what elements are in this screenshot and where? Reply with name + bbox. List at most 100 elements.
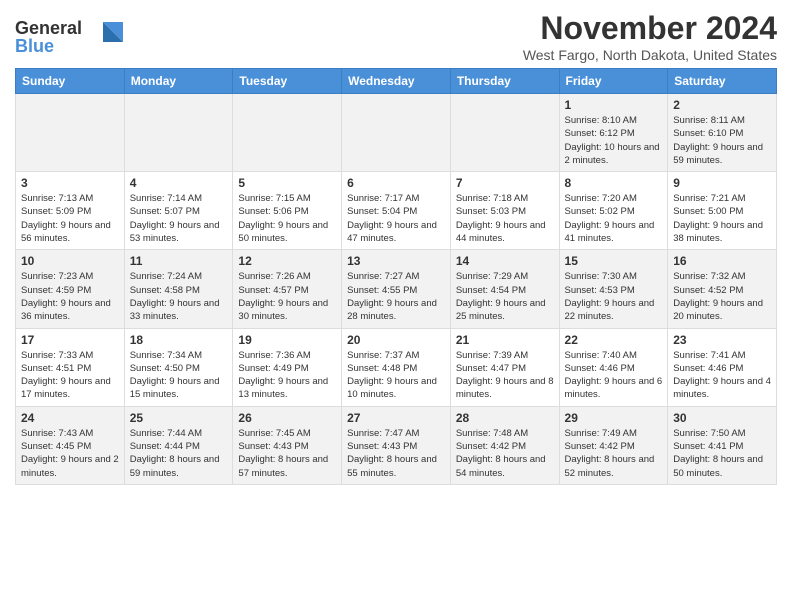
day-info: Sunrise: 7:24 AM Sunset: 4:58 PM Dayligh…: [130, 270, 228, 323]
day-info: Sunrise: 7:34 AM Sunset: 4:50 PM Dayligh…: [130, 349, 228, 402]
day-number: 25: [130, 411, 228, 425]
table-row: 25 Sunrise: 7:44 AM Sunset: 4:44 PM Dayli…: [124, 406, 233, 484]
day-info: Sunrise: 7:45 AM Sunset: 4:43 PM Dayligh…: [238, 427, 336, 480]
logo-text: General Blue: [15, 14, 125, 64]
day-info: Sunrise: 7:43 AM Sunset: 4:45 PM Dayligh…: [21, 427, 119, 480]
day-number: 20: [347, 333, 445, 347]
day-number: 27: [347, 411, 445, 425]
day-info: Sunrise: 7:14 AM Sunset: 5:07 PM Dayligh…: [130, 192, 228, 245]
col-saturday: Saturday: [668, 69, 777, 94]
table-row: 9 Sunrise: 7:21 AM Sunset: 5:00 PM Daylig…: [668, 172, 777, 250]
calendar-table: Sunday Monday Tuesday Wednesday Thursday…: [15, 68, 777, 485]
table-row: 18 Sunrise: 7:34 AM Sunset: 4:50 PM Dayli…: [124, 328, 233, 406]
day-number: 1: [565, 98, 663, 112]
day-number: 21: [456, 333, 554, 347]
day-info: Sunrise: 7:40 AM Sunset: 4:46 PM Dayligh…: [565, 349, 663, 402]
day-number: 2: [673, 98, 771, 112]
table-row: 11Sunrise: 7:24 AM Sunset: 4:58 PM Dayli…: [124, 250, 233, 328]
day-info: Sunrise: 7:21 AM Sunset: 5:00 PM Dayligh…: [673, 192, 771, 245]
table-row: 16Sunrise: 7:32 AM Sunset: 4:52 PM Dayli…: [668, 250, 777, 328]
table-row: [342, 94, 451, 172]
svg-text:General: General: [15, 18, 82, 38]
day-number: 6: [347, 176, 445, 190]
table-row: 30Sunrise: 7:50 AM Sunset: 4:41 PM Dayli…: [668, 406, 777, 484]
day-info: Sunrise: 7:48 AM Sunset: 4:42 PM Dayligh…: [456, 427, 554, 480]
table-row: [233, 94, 342, 172]
table-row: 3 Sunrise: 7:13 AM Sunset: 5:09 PM Daylig…: [16, 172, 125, 250]
table-row: 21 Sunrise: 7:39 AM Sunset: 4:47 PM Dayli…: [450, 328, 559, 406]
day-number: 14: [456, 254, 554, 268]
table-row: [124, 94, 233, 172]
table-row: [450, 94, 559, 172]
svg-text:Blue: Blue: [15, 36, 54, 56]
col-friday: Friday: [559, 69, 668, 94]
day-number: 19: [238, 333, 336, 347]
table-row: 2 Sunrise: 8:11 AM Sunset: 6:10 PM Daylig…: [668, 94, 777, 172]
day-number: 15: [565, 254, 663, 268]
table-row: 12Sunrise: 7:26 AM Sunset: 4:57 PM Dayli…: [233, 250, 342, 328]
day-info: Sunrise: 7:27 AM Sunset: 4:55 PM Dayligh…: [347, 270, 445, 323]
day-number: 4: [130, 176, 228, 190]
title-block: November 2024 West Fargo, North Dakota, …: [523, 10, 777, 63]
day-info: Sunrise: 7:17 AM Sunset: 5:04 PM Dayligh…: [347, 192, 445, 245]
day-info: Sunrise: 8:10 AM Sunset: 6:12 PM Dayligh…: [565, 114, 663, 167]
day-info: Sunrise: 7:13 AM Sunset: 5:09 PM Dayligh…: [21, 192, 119, 245]
table-row: 22 Sunrise: 7:40 AM Sunset: 4:46 PM Dayli…: [559, 328, 668, 406]
day-number: 24: [21, 411, 119, 425]
table-row: 13 Sunrise: 7:27 AM Sunset: 4:55 PM Dayli…: [342, 250, 451, 328]
day-info: Sunrise: 7:49 AM Sunset: 4:42 PM Dayligh…: [565, 427, 663, 480]
col-tuesday: Tuesday: [233, 69, 342, 94]
col-monday: Monday: [124, 69, 233, 94]
day-info: Sunrise: 7:20 AM Sunset: 5:02 PM Dayligh…: [565, 192, 663, 245]
table-row: 20 Sunrise: 7:37 AM Sunset: 4:48 PM Dayli…: [342, 328, 451, 406]
day-info: Sunrise: 7:41 AM Sunset: 4:46 PM Dayligh…: [673, 349, 771, 402]
day-number: 7: [456, 176, 554, 190]
location-title: West Fargo, North Dakota, United States: [523, 47, 777, 63]
day-info: Sunrise: 7:36 AM Sunset: 4:49 PM Dayligh…: [238, 349, 336, 402]
calendar-week-row: 10 Sunrise: 7:23 AM Sunset: 4:59 PM Dayli…: [16, 250, 777, 328]
table-row: 14 Sunrise: 7:29 AM Sunset: 4:54 PM Dayli…: [450, 250, 559, 328]
table-row: 4 Sunrise: 7:14 AM Sunset: 5:07 PM Daylig…: [124, 172, 233, 250]
day-number: 30: [673, 411, 771, 425]
calendar-week-row: 1 Sunrise: 8:10 AM Sunset: 6:12 PM Daylig…: [16, 94, 777, 172]
day-info: Sunrise: 7:32 AM Sunset: 4:52 PM Dayligh…: [673, 270, 771, 323]
day-number: 9: [673, 176, 771, 190]
day-info: Sunrise: 7:44 AM Sunset: 4:44 PM Dayligh…: [130, 427, 228, 480]
col-sunday: Sunday: [16, 69, 125, 94]
table-row: 19 Sunrise: 7:36 AM Sunset: 4:49 PM Dayli…: [233, 328, 342, 406]
day-info: Sunrise: 7:39 AM Sunset: 4:47 PM Dayligh…: [456, 349, 554, 402]
day-number: 29: [565, 411, 663, 425]
table-row: 8Sunrise: 7:20 AM Sunset: 5:02 PM Daylig…: [559, 172, 668, 250]
day-info: Sunrise: 7:33 AM Sunset: 4:51 PM Dayligh…: [21, 349, 119, 402]
day-number: 13: [347, 254, 445, 268]
day-number: 17: [21, 333, 119, 347]
day-number: 23: [673, 333, 771, 347]
day-info: Sunrise: 7:47 AM Sunset: 4:43 PM Dayligh…: [347, 427, 445, 480]
day-info: Sunrise: 7:29 AM Sunset: 4:54 PM Dayligh…: [456, 270, 554, 323]
table-row: 28Sunrise: 7:48 AM Sunset: 4:42 PM Dayli…: [450, 406, 559, 484]
day-info: Sunrise: 7:30 AM Sunset: 4:53 PM Dayligh…: [565, 270, 663, 323]
table-row: 6 Sunrise: 7:17 AM Sunset: 5:04 PM Daylig…: [342, 172, 451, 250]
table-row: 23 Sunrise: 7:41 AM Sunset: 4:46 PM Dayli…: [668, 328, 777, 406]
day-info: Sunrise: 7:26 AM Sunset: 4:57 PM Dayligh…: [238, 270, 336, 323]
day-number: 26: [238, 411, 336, 425]
day-number: 18: [130, 333, 228, 347]
table-row: 10 Sunrise: 7:23 AM Sunset: 4:59 PM Dayli…: [16, 250, 125, 328]
month-title: November 2024: [523, 10, 777, 47]
day-info: Sunrise: 7:15 AM Sunset: 5:06 PM Dayligh…: [238, 192, 336, 245]
calendar-week-row: 17 Sunrise: 7:33 AM Sunset: 4:51 PM Dayli…: [16, 328, 777, 406]
day-info: Sunrise: 7:37 AM Sunset: 4:48 PM Dayligh…: [347, 349, 445, 402]
day-number: 3: [21, 176, 119, 190]
table-row: 5Sunrise: 7:15 AM Sunset: 5:06 PM Daylig…: [233, 172, 342, 250]
day-info: Sunrise: 8:11 AM Sunset: 6:10 PM Dayligh…: [673, 114, 771, 167]
day-info: Sunrise: 7:18 AM Sunset: 5:03 PM Dayligh…: [456, 192, 554, 245]
calendar-week-row: 3 Sunrise: 7:13 AM Sunset: 5:09 PM Daylig…: [16, 172, 777, 250]
day-number: 22: [565, 333, 663, 347]
table-row: 24 Sunrise: 7:43 AM Sunset: 4:45 PM Dayli…: [16, 406, 125, 484]
calendar-week-row: 24 Sunrise: 7:43 AM Sunset: 4:45 PM Dayli…: [16, 406, 777, 484]
table-row: 26 Sunrise: 7:45 AM Sunset: 4:43 PM Dayli…: [233, 406, 342, 484]
col-thursday: Thursday: [450, 69, 559, 94]
day-number: 10: [21, 254, 119, 268]
day-info: Sunrise: 7:23 AM Sunset: 4:59 PM Dayligh…: [21, 270, 119, 323]
page-container: General Blue November 2024 West Fargo, N…: [0, 0, 792, 495]
